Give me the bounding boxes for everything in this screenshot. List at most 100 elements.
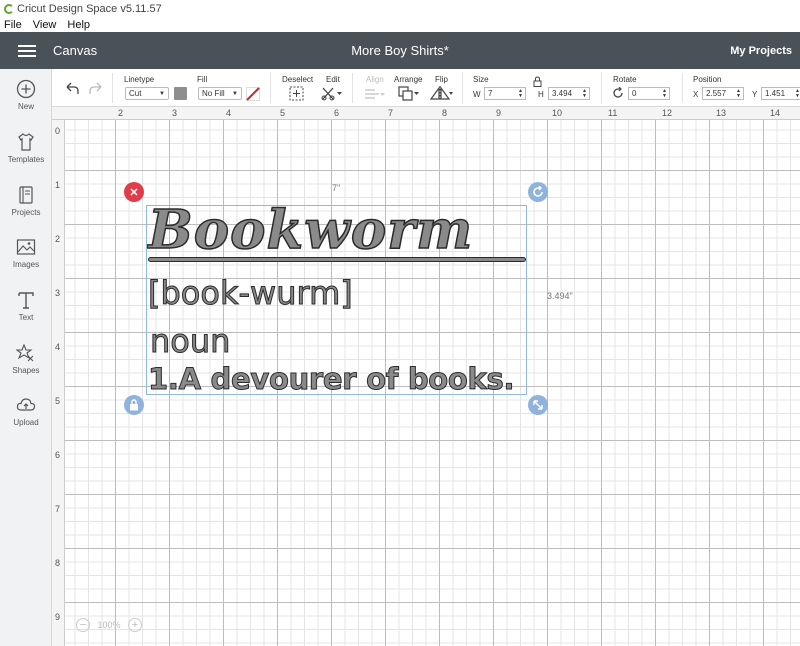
selection-width-label: 7" bbox=[332, 183, 341, 193]
sidebar-item-new[interactable]: New bbox=[0, 69, 52, 122]
menu-help[interactable]: Help bbox=[67, 19, 90, 31]
height-label: H bbox=[538, 90, 544, 99]
flip-label: Flip bbox=[435, 75, 448, 84]
selection-height-label: 3.494" bbox=[547, 291, 573, 301]
lock-handle[interactable] bbox=[124, 395, 144, 415]
redo-icon[interactable] bbox=[88, 81, 104, 97]
lock-icon[interactable] bbox=[533, 76, 542, 87]
width-input[interactable]: 7 ▲ ▼ bbox=[484, 87, 526, 100]
ruler-tick-label: 11 bbox=[608, 108, 618, 118]
ruler-left: 0 1 2 3 4 5 6 7 8 9 bbox=[52, 120, 65, 646]
ruler-tick-label: 4 bbox=[55, 342, 61, 352]
x-position-input[interactable]: 2.557 ▲ ▼ bbox=[702, 87, 744, 100]
menu-file[interactable]: File bbox=[4, 19, 22, 31]
linetype-label: Linetype bbox=[124, 75, 155, 84]
rotate-icon bbox=[613, 87, 623, 98]
project-title: More Boy Shirts* bbox=[351, 43, 449, 58]
fill-select[interactable]: No Fill ▼ bbox=[198, 87, 242, 100]
stepper-arrows-icon[interactable]: ▲ ▼ bbox=[662, 88, 667, 99]
stepper-arrows-icon[interactable]: ▲ ▼ bbox=[795, 88, 800, 99]
deselect-icon[interactable] bbox=[289, 86, 304, 101]
y-position-input[interactable]: 1.451 ▲ ▼ bbox=[761, 87, 800, 100]
stepper-arrows-icon[interactable]: ▲ ▼ bbox=[582, 88, 587, 99]
zoom-in-button[interactable]: + bbox=[128, 618, 142, 632]
sidebar-item-upload[interactable]: Upload bbox=[0, 385, 52, 438]
sidebar-item-label: Images bbox=[12, 260, 40, 270]
book-icon bbox=[19, 186, 33, 204]
arrange-icon[interactable] bbox=[398, 86, 420, 101]
ruler-tick-label: 3 bbox=[55, 288, 61, 298]
width-value: 7 bbox=[488, 89, 493, 98]
linetype-color-swatch[interactable] bbox=[174, 87, 187, 100]
ruler-tick-label: 6 bbox=[55, 450, 61, 460]
rotate-handle[interactable] bbox=[528, 182, 548, 202]
lock-icon bbox=[130, 399, 138, 411]
toolbar-divider bbox=[112, 73, 113, 103]
left-sidebar: New Templates Projects Images Text Shape… bbox=[0, 69, 52, 646]
sidebar-item-label: New bbox=[17, 102, 34, 112]
ruler-tick-label: 8 bbox=[55, 558, 61, 568]
delete-handle[interactable]: ✕ bbox=[124, 182, 144, 202]
sidebar-item-shapes[interactable]: Shapes bbox=[0, 332, 52, 385]
window-titlebar: Cricut Design Space v5.11.57 bbox=[0, 0, 800, 17]
sidebar-item-images[interactable]: Images bbox=[0, 227, 52, 280]
sidebar-item-projects[interactable]: Projects bbox=[0, 174, 52, 227]
rotate-input[interactable]: 0 ▲ ▼ bbox=[628, 87, 670, 100]
toolbar-divider bbox=[270, 73, 271, 103]
ruler-tick-label: 5 bbox=[55, 396, 61, 406]
toolbar-divider bbox=[462, 73, 463, 103]
ruler-tick-label: 9 bbox=[55, 612, 61, 622]
ruler-tick-label: 9 bbox=[496, 108, 502, 118]
ruler-tick-label: 7 bbox=[55, 504, 61, 514]
ruler-tick-label: 7 bbox=[388, 108, 394, 118]
ruler-tick-label: 13 bbox=[716, 108, 727, 118]
cricut-logo-icon bbox=[4, 3, 14, 14]
undo-icon[interactable] bbox=[64, 81, 80, 97]
section-title: Canvas bbox=[53, 43, 98, 58]
plus-circle-icon bbox=[16, 80, 36, 99]
ruler-tick-label: 4 bbox=[226, 108, 232, 118]
ruler-tick-label: 1 bbox=[55, 180, 61, 190]
align-label: Align bbox=[366, 75, 384, 84]
cloud-upload-icon bbox=[16, 398, 36, 412]
ruler-tick-label: 3 bbox=[172, 108, 178, 118]
ruler-tick-label: 5 bbox=[280, 108, 286, 118]
width-label: W bbox=[473, 90, 481, 99]
sidebar-item-text[interactable]: Text bbox=[0, 280, 52, 333]
edit-tools-icon[interactable] bbox=[321, 86, 343, 101]
stepper-arrows-icon[interactable]: ▲ ▼ bbox=[736, 88, 741, 99]
zoom-control: − 100% + bbox=[76, 616, 142, 634]
flip-icon[interactable] bbox=[430, 86, 454, 101]
stepper-arrows-icon[interactable]: ▲ ▼ bbox=[518, 88, 523, 99]
linetype-value: Cut bbox=[129, 89, 142, 98]
zoom-out-button[interactable]: − bbox=[76, 618, 90, 632]
height-input[interactable]: 3.494 ▲ ▼ bbox=[548, 87, 590, 100]
edit-toolbar: Linetype Cut ▼ Fill No Fill ▼ Deselect E… bbox=[52, 69, 800, 107]
arrange-label: Arrange bbox=[394, 75, 423, 84]
ruler-tick-label: 2 bbox=[118, 108, 124, 118]
size-label: Size bbox=[473, 75, 489, 84]
shirt-icon bbox=[18, 133, 34, 151]
no-fill-swatch-icon[interactable] bbox=[246, 87, 260, 101]
linetype-select[interactable]: Cut ▼ bbox=[125, 87, 169, 100]
y-label: Y bbox=[752, 90, 758, 99]
sidebar-item-templates[interactable]: Templates bbox=[0, 122, 52, 175]
fill-value: No Fill bbox=[202, 89, 225, 98]
toolbar-divider bbox=[352, 73, 353, 103]
selection-bounding-box[interactable] bbox=[146, 205, 527, 395]
design-canvas[interactable]: 2 3 4 5 6 7 8 9 10 11 12 13 14 0 1 2 3 4… bbox=[52, 107, 800, 646]
sidebar-item-label: Templates bbox=[7, 155, 45, 165]
rotate-icon bbox=[533, 186, 543, 197]
fill-label: Fill bbox=[197, 75, 208, 84]
my-projects-button[interactable]: My Projects bbox=[730, 45, 792, 57]
shapes-icon bbox=[16, 343, 34, 362]
menu-view[interactable]: View bbox=[33, 19, 57, 31]
ruler-tick-label: 0 bbox=[55, 126, 61, 136]
resize-handle[interactable] bbox=[528, 395, 548, 415]
chevron-down-icon: ▼ bbox=[232, 90, 238, 97]
hamburger-menu-icon[interactable] bbox=[18, 42, 36, 60]
deselect-label: Deselect bbox=[282, 75, 314, 84]
sidebar-item-label: Projects bbox=[11, 207, 41, 217]
position-label: Position bbox=[693, 75, 722, 84]
x-label: X bbox=[693, 90, 699, 99]
